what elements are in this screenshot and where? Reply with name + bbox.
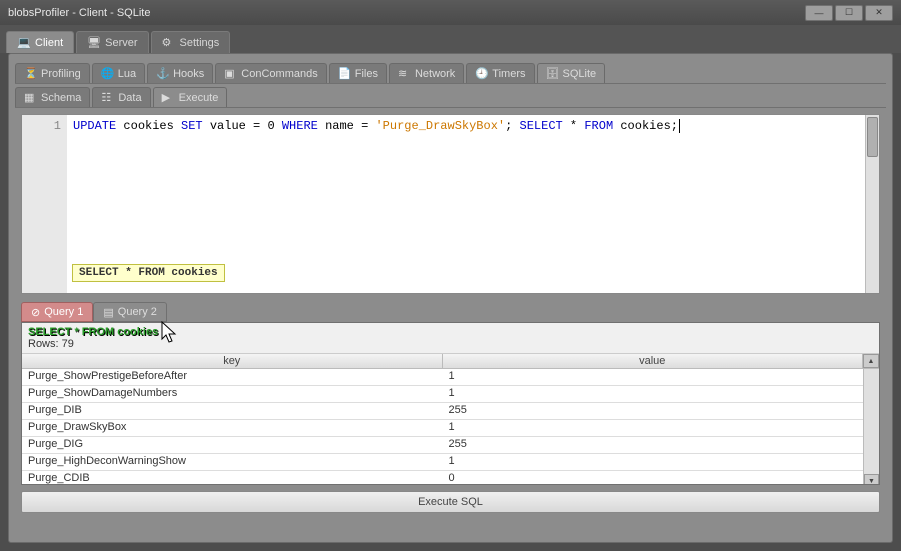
clock-icon: 🕘 (475, 67, 488, 80)
tab-label: Data (118, 92, 141, 104)
table-row[interactable]: Purge_ShowPrestigeBeforeAfter1 (22, 369, 863, 386)
terminal-icon: ▣ (224, 67, 237, 80)
network-icon: ≋ (398, 67, 411, 80)
tab-label: Lua (118, 68, 136, 80)
sqlite-panel: ▦ Schema ☷ Data ▶ Execute 1 UPDATE cooki… (15, 84, 886, 536)
tab-label: Network (415, 68, 455, 80)
scroll-up-button[interactable]: ▲ (863, 354, 879, 368)
scroll-down-button[interactable]: ▼ (864, 474, 879, 484)
table-rows[interactable]: Purge_ShowPrestigeBeforeAfter1 Purge_Sho… (22, 369, 863, 484)
tab-label: Timers (492, 68, 525, 80)
maximize-button[interactable]: ☐ (835, 5, 863, 21)
execute-sql-button[interactable]: Execute SQL (21, 491, 880, 513)
table-row[interactable]: Purge_CDIB0 (22, 471, 863, 484)
results-table: key value ▲ Purge_ShowPrestigeBeforeAfte… (22, 354, 879, 484)
tab-execute[interactable]: ▶ Execute (153, 87, 228, 107)
results-row-count: Rows: 79 (28, 338, 873, 350)
query-ok-icon: ▤ (103, 306, 113, 319)
table-header: key value ▲ (22, 354, 879, 369)
settings-icon: ⚙ (162, 36, 175, 49)
tab-schema[interactable]: ▦ Schema (15, 87, 90, 107)
tab-label: Client (35, 37, 63, 49)
table-scrollbar[interactable]: ▼ (863, 369, 879, 484)
result-tab-query2[interactable]: ▤ Query 2 (93, 302, 167, 322)
tab-server[interactable]: 🖥 Server (76, 31, 148, 53)
tab-profiling[interactable]: ⏳ Profiling (15, 63, 90, 83)
tab-label: Files (355, 68, 378, 80)
query-error-icon: ⊘ (31, 306, 40, 319)
tab-label: Execute (179, 92, 219, 104)
close-button[interactable]: ✕ (865, 5, 893, 21)
data-icon: ☷ (101, 91, 114, 104)
tab-timers[interactable]: 🕘 Timers (466, 63, 534, 83)
table-row[interactable]: Purge_ShowDamageNumbers1 (22, 386, 863, 403)
tab-label: Query 1 (44, 306, 83, 318)
tab-label: Settings (180, 37, 220, 49)
tab-label: Query 2 (118, 306, 157, 318)
window-title: blobsProfiler - Client - SQLite (8, 7, 150, 19)
editor-scrollbar[interactable] (865, 115, 879, 293)
scroll-thumb[interactable] (867, 117, 878, 157)
sql-editor[interactable]: 1 UPDATE cookies SET value = 0 WHERE nam… (21, 114, 880, 294)
minimize-button[interactable]: — (805, 5, 833, 21)
titlebar[interactable]: blobsProfiler - Client - SQLite — ☐ ✕ (0, 0, 901, 25)
tab-label: Server (105, 37, 137, 49)
results-panel: SELECT * FROM cookies Rows: 79 key value… (21, 322, 880, 485)
column-header-key[interactable]: key (22, 354, 443, 368)
sql-area: 1 UPDATE cookies SET value = 0 WHERE nam… (21, 114, 880, 530)
db-icon: 🗄 (546, 67, 559, 80)
table-row[interactable]: Purge_DIB255 (22, 403, 863, 420)
tab-hooks[interactable]: ⚓ Hooks (147, 63, 213, 83)
tab-lua[interactable]: 🌐 Lua (92, 63, 145, 83)
results-query-text: SELECT * FROM cookies (28, 326, 873, 338)
globe-icon: 🌐 (101, 67, 114, 80)
tab-client[interactable]: 💻 Client (6, 31, 74, 53)
query-tooltip: SELECT * FROM cookies (72, 264, 225, 282)
column-header-value[interactable]: value (443, 354, 864, 368)
result-tab-bar: ⊘ Query 1 ▤ Query 2 (21, 300, 880, 322)
line-number: 1 (22, 119, 61, 133)
execute-label: Execute SQL (418, 496, 483, 508)
main-content: ⏳ Profiling 🌐 Lua ⚓ Hooks ▣ ConCommands … (8, 53, 893, 543)
result-tab-query1[interactable]: ⊘ Query 1 (21, 302, 93, 322)
tab-label: Hooks (173, 68, 204, 80)
module-tab-bar: ⏳ Profiling 🌐 Lua ⚓ Hooks ▣ ConCommands … (15, 60, 886, 84)
table-row[interactable]: Purge_DrawSkyBox1 (22, 420, 863, 437)
tab-data[interactable]: ☷ Data (92, 87, 150, 107)
tab-label: SQLite (563, 68, 597, 80)
main-tab-bar: 💻 Client 🖥 Server ⚙ Settings (0, 25, 901, 53)
tab-label: ConCommands (241, 68, 317, 80)
tab-network[interactable]: ≋ Network (389, 63, 464, 83)
play-icon: ▶ (162, 91, 175, 104)
table-row[interactable]: Purge_DIG255 (22, 437, 863, 454)
anchor-icon: ⚓ (156, 67, 169, 80)
tab-label: Profiling (41, 68, 81, 80)
tab-sqlite[interactable]: 🗄 SQLite (537, 63, 606, 83)
tab-concommands[interactable]: ▣ ConCommands (215, 63, 326, 83)
schema-icon: ▦ (24, 91, 37, 104)
line-gutter: 1 (22, 115, 67, 293)
tab-files[interactable]: 📄 Files (329, 63, 387, 83)
sqlite-tab-bar: ▦ Schema ☷ Data ▶ Execute (15, 84, 886, 108)
files-icon: 📄 (338, 67, 351, 80)
table-row[interactable]: Purge_HighDeconWarningShow1 (22, 454, 863, 471)
server-icon: 🖥 (87, 36, 100, 49)
tab-label: Schema (41, 92, 81, 104)
results-header: SELECT * FROM cookies Rows: 79 (22, 323, 879, 354)
hourglass-icon: ⏳ (24, 67, 37, 80)
tab-settings[interactable]: ⚙ Settings (151, 31, 231, 53)
client-icon: 💻 (17, 36, 30, 49)
